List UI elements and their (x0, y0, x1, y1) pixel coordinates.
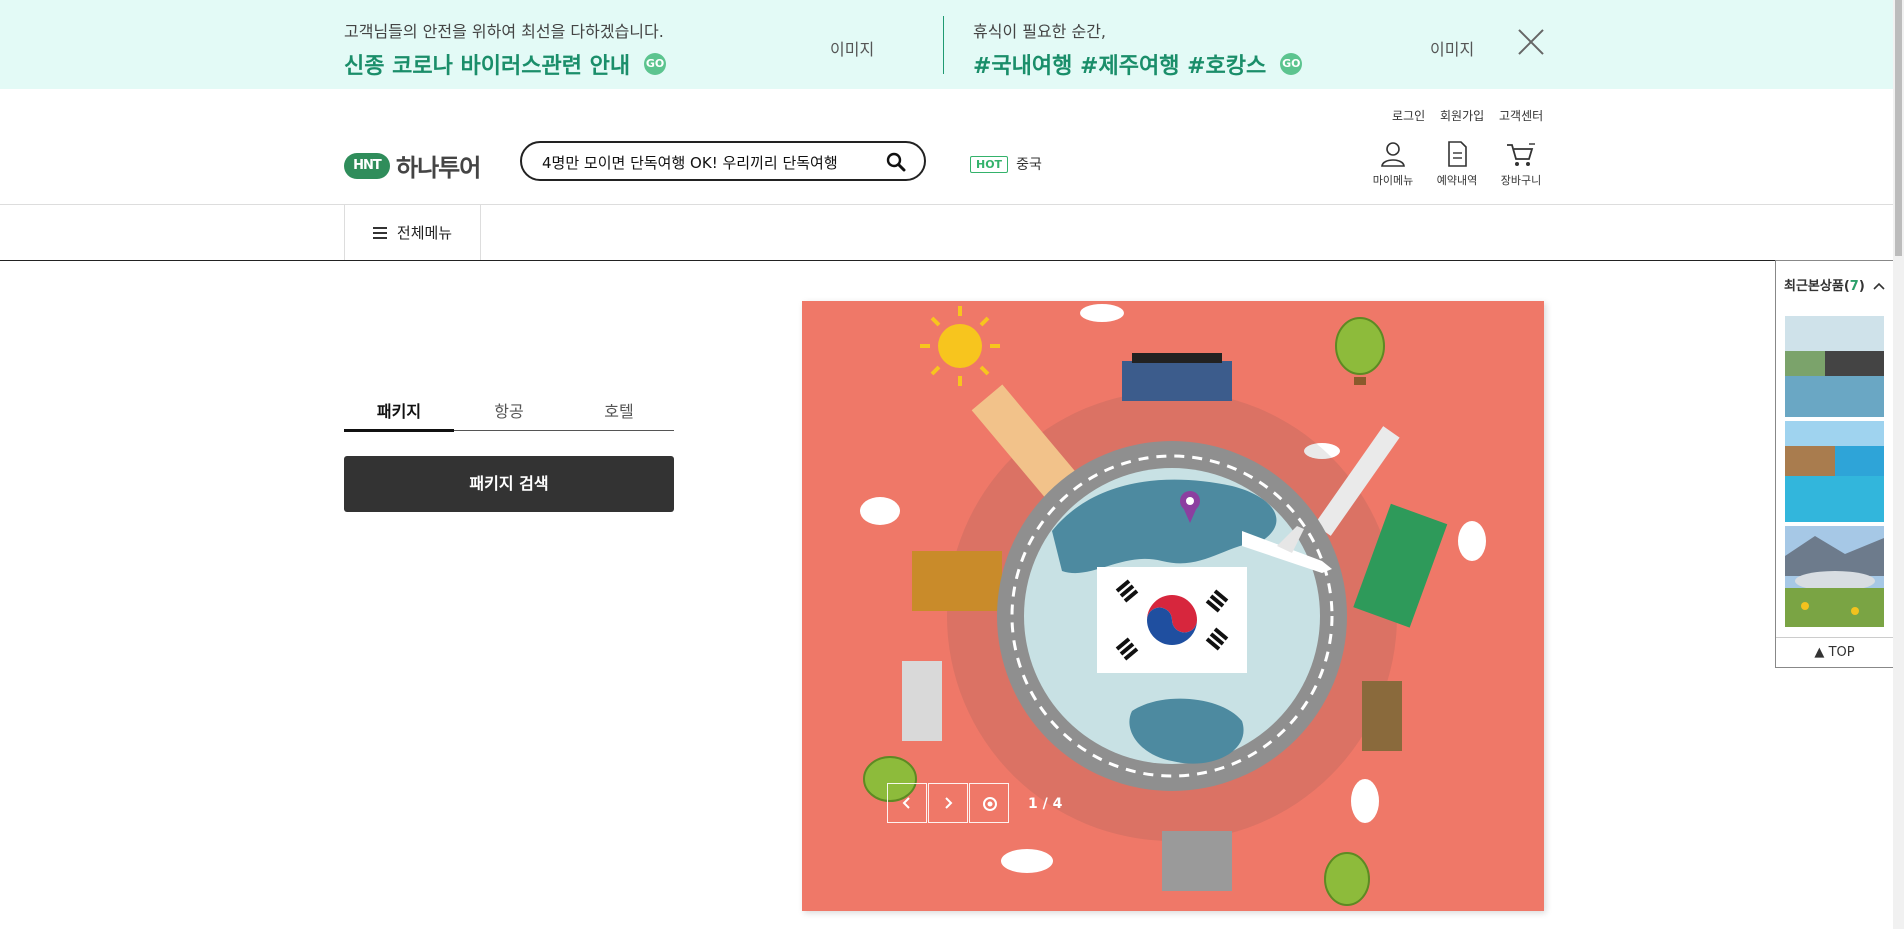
cart-label: 장바구니 (1500, 174, 1542, 187)
search-bar[interactable]: 4명만 모이면 단독여행 OK! 우리끼리 단독여행 (520, 141, 926, 181)
chevron-up-icon[interactable] (1873, 282, 1885, 290)
logo[interactable]: HNT 하나투어 (344, 148, 481, 183)
page-scrollbar[interactable] (1893, 0, 1904, 929)
recent-products-panel: 최근본상품(7) ▲ TOP (1775, 260, 1894, 668)
banner-notice-title-row: 신종 코로나 바이러스관련 안내 GO (344, 48, 667, 80)
document-icon (1448, 141, 1467, 167)
slide-pager: 1 / 4 (1028, 796, 1063, 812)
pause-icon (983, 797, 997, 811)
hot-keyword[interactable]: HOT 중국 (970, 154, 1042, 174)
chevron-right-icon (945, 797, 953, 809)
gnb-divider (0, 260, 1893, 261)
hamburger-icon (372, 226, 387, 239)
cart-button[interactable]: 장바구니 (1496, 140, 1546, 188)
logo-name: 하나투어 (396, 154, 481, 182)
recent-product-thumb[interactable] (1785, 526, 1884, 627)
recent-count: 7 (1849, 279, 1859, 294)
hot-keyword-text[interactable]: 중국 (1016, 154, 1042, 174)
banner-image-placeholder: 이미지 (1430, 40, 1475, 59)
banner-notice[interactable]: 고객님들의 안전을 위하여 최선을 다하겠습니다. 신종 코로나 바이러스관련 … (344, 18, 667, 80)
recent-title-text: 최근본상품 (1784, 279, 1844, 294)
hero-controls (887, 783, 1010, 823)
prev-button[interactable] (887, 783, 927, 823)
tab-hotel[interactable]: 호텔 (564, 398, 674, 430)
go-icon[interactable]: GO (644, 53, 667, 75)
package-search-button[interactable]: 패키지 검색 (344, 456, 674, 512)
triangle-up-icon: ▲ (1814, 645, 1825, 660)
reservations-label: 예약내역 (1436, 174, 1478, 187)
search-icon[interactable] (886, 152, 906, 172)
hot-badge: HOT (970, 155, 1009, 173)
banner-promo-sub: 휴식이 필요한 순간, (973, 22, 1107, 41)
customer-center-link[interactable]: 고객센터 (1499, 107, 1543, 124)
all-menu-label: 전체메뉴 (396, 224, 453, 242)
banner-promo-title-row: #국내여행 #제주여행 #호캉스 GO (973, 48, 1303, 80)
top-label: TOP (1828, 645, 1855, 660)
my-menu-label: 마이메뉴 (1372, 174, 1414, 187)
my-menu-button[interactable]: 마이메뉴 (1368, 140, 1418, 188)
scrollbar-thumb[interactable] (1895, 0, 1902, 256)
banner-promo[interactable]: 휴식이 필요한 순간, #국내여행 #제주여행 #호캉스 GO (973, 18, 1303, 80)
recent-products-title[interactable]: 최근본상품(7) (1784, 275, 1885, 294)
go-icon[interactable]: GO (1280, 53, 1303, 75)
tab-package[interactable]: 패키지 (344, 398, 454, 432)
banner-notice-title[interactable]: 신종 코로나 바이러스관련 안내 (344, 48, 630, 80)
cart-icon (1507, 143, 1535, 166)
header-divider (0, 204, 1893, 205)
user-icon (1381, 142, 1405, 167)
recent-product-thumb[interactable] (1785, 421, 1884, 522)
scroll-top-button[interactable]: ▲ TOP (1776, 637, 1893, 668)
signup-link[interactable]: 회원가입 (1440, 107, 1484, 124)
tab-flight[interactable]: 항공 (454, 398, 564, 430)
next-button[interactable] (928, 783, 968, 823)
sun-icon (920, 306, 1000, 386)
search-input[interactable]: 4명만 모이면 단독여행 OK! 우리끼리 단독여행 (542, 152, 838, 173)
chevron-left-icon (902, 797, 910, 809)
top-banner: 고객님들의 안전을 위하여 최선을 다하겠습니다. 신종 코로나 바이러스관련 … (0, 0, 1893, 89)
pause-button[interactable] (969, 783, 1009, 823)
search-tabs: 패키지 항공 호텔 (344, 398, 674, 432)
banner-image-placeholder: 이미지 (830, 40, 875, 59)
reservations-button[interactable]: 예약내역 (1432, 140, 1482, 188)
close-icon[interactable] (1517, 28, 1545, 56)
all-menu-button[interactable]: 전체메뉴 (344, 205, 481, 260)
logo-mark: HNT (344, 152, 390, 179)
banner-promo-title[interactable]: #국내여행 #제주여행 #호캉스 (973, 48, 1266, 80)
banner-notice-sub: 고객님들의 안전을 위하여 최선을 다하겠습니다. (344, 22, 664, 41)
recent-product-thumb[interactable] (1785, 316, 1884, 417)
login-link[interactable]: 로그인 (1392, 107, 1425, 124)
korea-flag-icon (1097, 567, 1247, 673)
banner-divider (943, 16, 944, 74)
